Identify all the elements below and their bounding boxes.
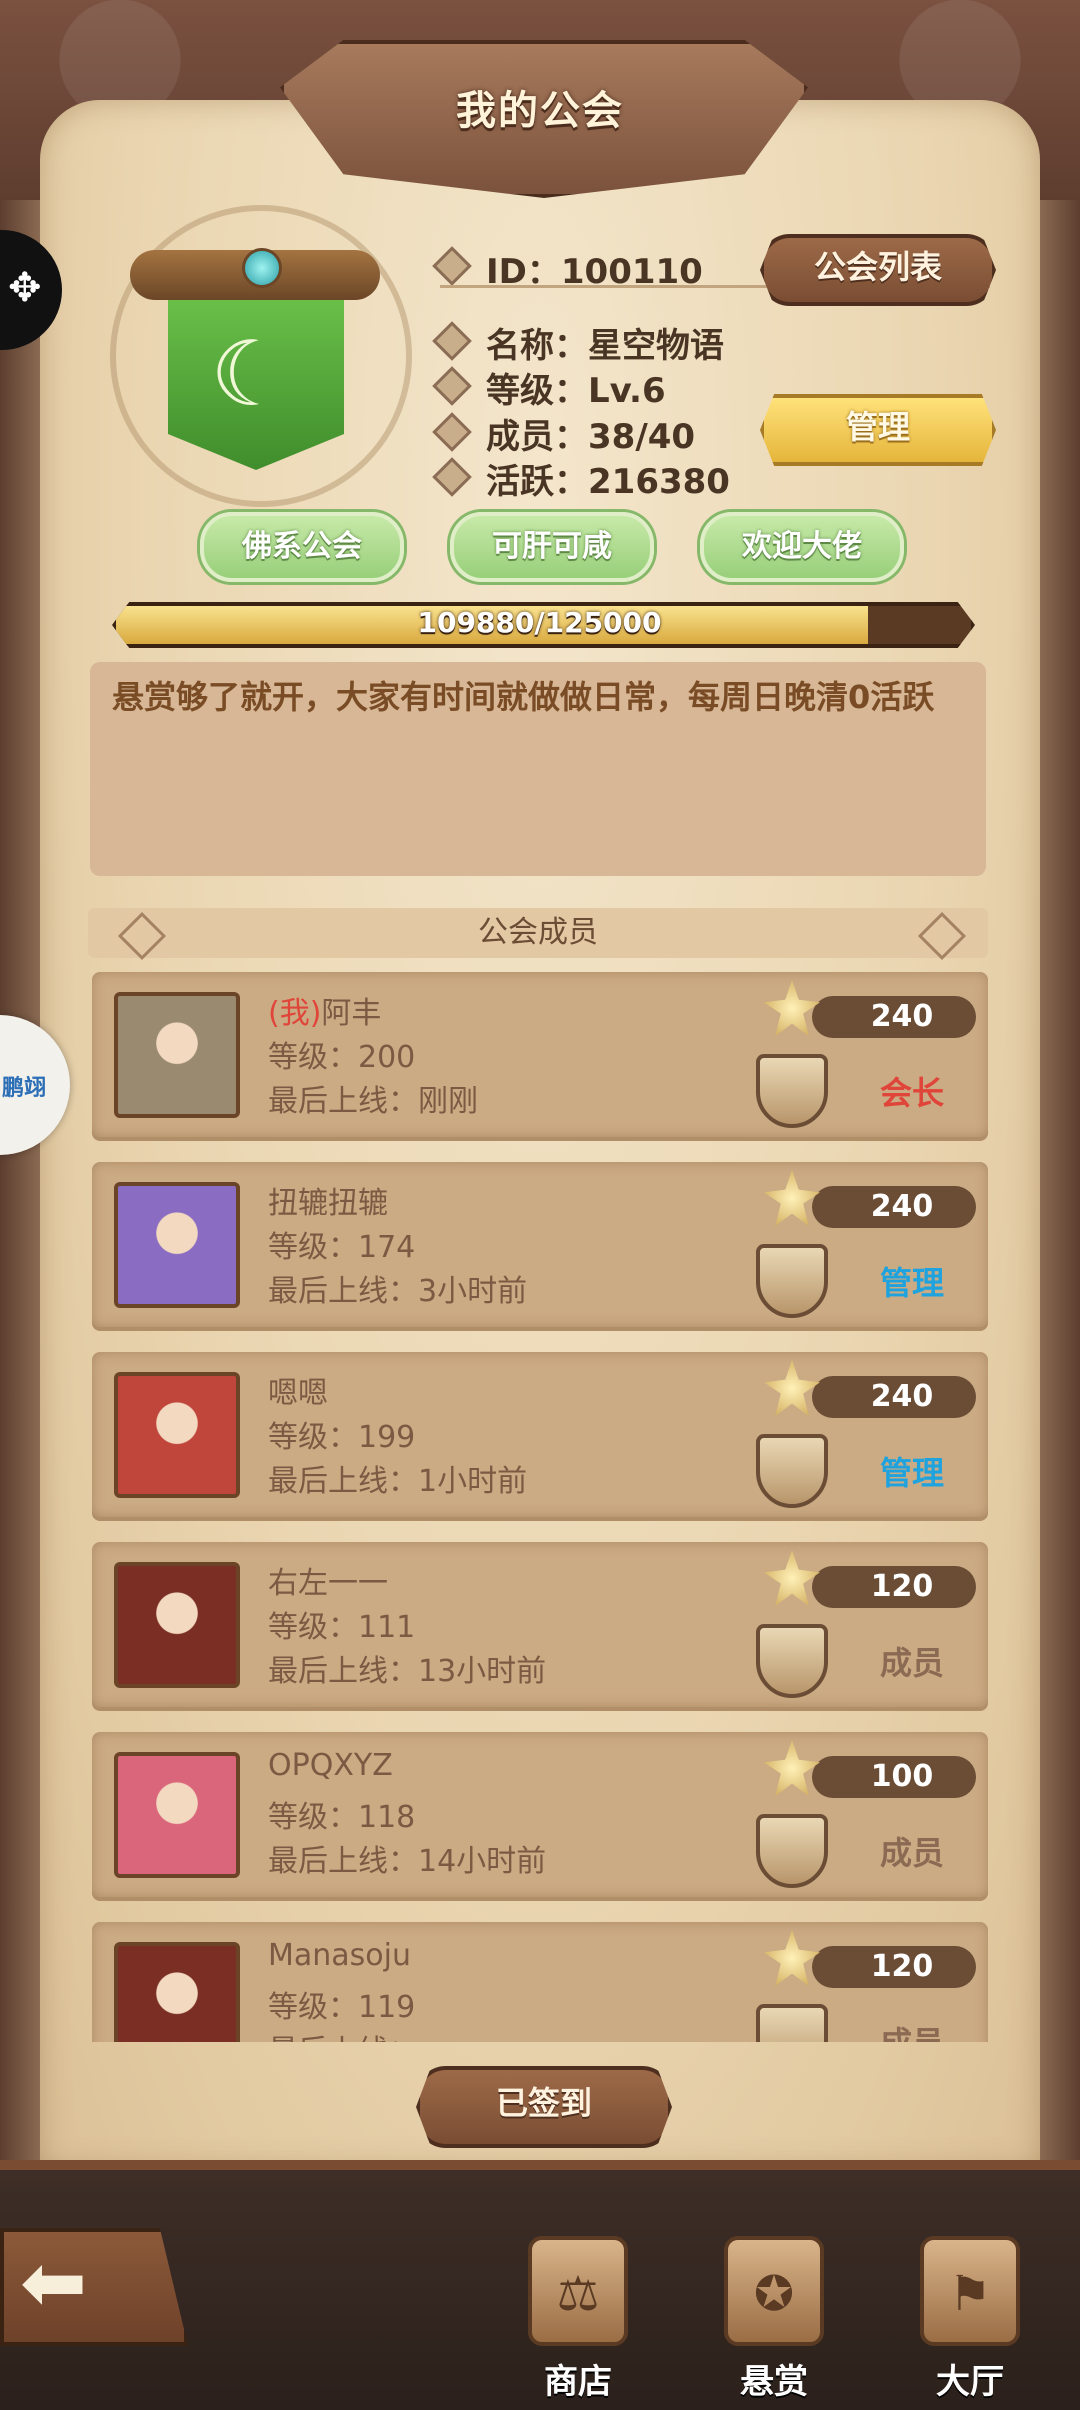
trophy-icon bbox=[764, 1740, 820, 1796]
nav-bounty-label: 悬赏 bbox=[740, 2362, 808, 2402]
role-shield-icon bbox=[756, 1244, 828, 1318]
member-level: 等级：200 bbox=[268, 1040, 416, 1075]
member-name: 右左一一 bbox=[268, 1566, 388, 1601]
member-level: 等级：119 bbox=[268, 1990, 416, 2025]
trophy-icon bbox=[764, 1930, 820, 1986]
role-shield-icon bbox=[756, 1434, 828, 1508]
member-role: 管理 bbox=[879, 1454, 944, 1492]
member-score: 120 bbox=[870, 1949, 934, 1984]
member-level: 等级：111 bbox=[268, 1610, 416, 1645]
member-name: OPQXYZ bbox=[268, 1748, 393, 1783]
puzzle-icon[interactable]: ✥ bbox=[8, 265, 42, 311]
manage-button[interactable]: 管理 bbox=[760, 394, 996, 466]
member-role: 成员 bbox=[852, 2018, 972, 2042]
member-row[interactable]: Manasoju 等级：119 最后上线： 120 成员 bbox=[92, 1922, 988, 2042]
member-row[interactable]: (我)阿丰 等级：200 最后上线：刚刚 240 会长 bbox=[92, 972, 988, 1137]
guild-exp-text: 109880/125000 bbox=[417, 606, 662, 639]
member-score: 240 bbox=[870, 1189, 934, 1224]
member-row[interactable]: OPQXYZ 等级：118 最后上线：14小时前 100 成员 bbox=[92, 1732, 988, 1897]
role-shield-icon bbox=[756, 2004, 828, 2042]
guild-members-count: 成员：38/40 bbox=[486, 417, 696, 457]
guild-activity: 活跃：216380 bbox=[486, 462, 730, 502]
member-last-online: 最后上线：1小时前 bbox=[268, 1464, 528, 1499]
member-role: 成员 bbox=[879, 1834, 944, 1872]
member-level: 等级：174 bbox=[268, 1230, 416, 1265]
member-row[interactable]: 嗯嗯 等级：199 最后上线：1小时前 240 管理 bbox=[92, 1352, 988, 1517]
member-avatar[interactable] bbox=[114, 1752, 240, 1878]
guild-level: 等级：Lv.6 bbox=[486, 371, 666, 411]
left-frame bbox=[0, 200, 40, 2170]
member-name: 嗯嗯 bbox=[268, 1376, 328, 1411]
guild-tag: 佛系公会 bbox=[200, 512, 404, 582]
member-avatar[interactable] bbox=[114, 1942, 240, 2042]
nav-hall-label: 大厅 bbox=[936, 2362, 1004, 2402]
member-last-online: 最后上线：13小时前 bbox=[268, 1654, 547, 1689]
member-score: 100 bbox=[870, 1759, 934, 1794]
nav-shop[interactable]: ⚖ 商店 bbox=[508, 2236, 648, 2403]
trophy-icon bbox=[764, 1360, 820, 1416]
member-score: 240 bbox=[870, 1379, 934, 1414]
member-role: 会长 bbox=[879, 1074, 944, 1112]
hall-icon[interactable]: ⚑ bbox=[920, 2236, 1020, 2346]
member-row[interactable]: 扭辘扭辘 等级：174 最后上线：3小时前 240 管理 bbox=[92, 1162, 988, 1327]
nav-shop-label: 商店 bbox=[544, 2362, 612, 2402]
nav-hall[interactable]: ⚑ 大厅 bbox=[900, 2236, 1040, 2403]
member-avatar[interactable] bbox=[114, 1372, 240, 1498]
shop-icon[interactable]: ⚖ bbox=[528, 2236, 628, 2346]
member-level: 等级：199 bbox=[268, 1420, 416, 1455]
role-shield-icon bbox=[756, 1054, 828, 1128]
right-frame bbox=[1040, 200, 1080, 2170]
member-role: 管理 bbox=[879, 1264, 944, 1302]
bounty-icon[interactable]: ✪ bbox=[724, 2236, 824, 2346]
nav-bounty[interactable]: ✪ 悬赏 bbox=[704, 2236, 844, 2403]
member-last-online: 最后上线：14小时前 bbox=[268, 1844, 547, 1879]
guild-tag: 可肝可咸 bbox=[450, 512, 654, 582]
member-name: Manasoju bbox=[268, 1938, 411, 1973]
role-shield-icon bbox=[756, 1814, 828, 1888]
member-role: 成员 bbox=[879, 1644, 944, 1682]
guild-list-button[interactable]: 公会列表 bbox=[760, 234, 996, 306]
trophy-icon bbox=[764, 1550, 820, 1606]
page-title: 我的公会 bbox=[456, 88, 624, 134]
member-score: 240 bbox=[870, 999, 934, 1034]
member-level: 等级：118 bbox=[268, 1800, 416, 1835]
member-avatar[interactable] bbox=[114, 1562, 240, 1688]
members-section-title: 公会成员 bbox=[478, 915, 598, 950]
guild-notice: 悬赏够了就开，大家有时间就做做日常，每周日晚清0活跃 bbox=[90, 662, 986, 876]
member-name: (我)阿丰 bbox=[268, 996, 382, 1031]
member-avatar[interactable] bbox=[114, 1182, 240, 1308]
guild-name: 名称：星空物语 bbox=[486, 326, 724, 366]
trophy-icon bbox=[764, 980, 820, 1036]
role-shield-icon bbox=[756, 1624, 828, 1698]
trophy-icon bbox=[764, 1170, 820, 1226]
back-arrow-icon[interactable]: ⬅ bbox=[20, 2238, 87, 2328]
member-last-online: 最后上线：刚刚 bbox=[268, 1084, 478, 1119]
moon-icon: ☾ bbox=[210, 322, 291, 427]
member-last-online: 最后上线： bbox=[268, 2026, 418, 2042]
member-last-online: 最后上线：3小时前 bbox=[268, 1274, 528, 1309]
guild-tag: 欢迎大佬 bbox=[700, 512, 904, 582]
member-row[interactable]: 右左一一 等级：111 最后上线：13小时前 120 成员 bbox=[92, 1542, 988, 1707]
signed-in-button[interactable]: 已签到 bbox=[416, 2066, 672, 2148]
member-score: 120 bbox=[870, 1569, 934, 1604]
member-avatar[interactable] bbox=[114, 992, 240, 1118]
member-name: 扭辘扭辘 bbox=[268, 1186, 388, 1221]
emblem-gem-icon bbox=[242, 248, 282, 288]
member-list[interactable]: (我)阿丰 等级：200 最后上线：刚刚 240 会长 扭辘扭辘 等级：174 … bbox=[92, 972, 988, 2042]
float-ball-label: 鹏翊 bbox=[2, 1076, 47, 1101]
